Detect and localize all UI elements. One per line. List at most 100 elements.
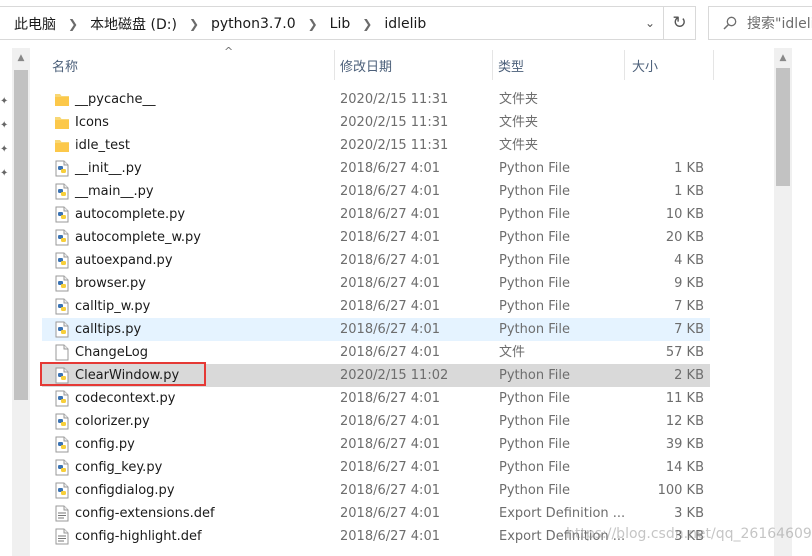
def-file-icon <box>54 505 70 522</box>
column-header-size[interactable]: 大小 <box>632 50 712 80</box>
file-list-scrollbar-thumb[interactable] <box>776 68 790 186</box>
file-size: 11 KB <box>665 391 704 406</box>
highlight-annotation-box <box>40 362 206 386</box>
file-row[interactable]: __main__.py 2018/6/27 4:01 Python File 1 KB <box>42 180 710 203</box>
file-row[interactable]: autocomplete.py 2018/6/27 4:01 Python File… <box>42 203 710 226</box>
scroll-up-arrow-icon[interactable]: ▲ <box>12 50 30 66</box>
column-header-date[interactable]: 修改日期 <box>340 50 490 80</box>
file-size: 57 KB <box>665 345 704 360</box>
file-date: 2018/6/27 4:01 <box>340 184 440 199</box>
breadcrumb-item-idlelib[interactable]: idlelib <box>384 16 426 32</box>
file-size: 9 KB <box>674 276 704 291</box>
file-date: 2018/6/27 4:01 <box>340 506 440 521</box>
file-row[interactable]: codecontext.py 2018/6/27 4:01 Python File 1… <box>42 387 710 410</box>
file-date: 2018/6/27 4:01 <box>340 414 440 429</box>
file-row[interactable]: idle_test 2020/2/15 11:31 文件夹 <box>42 134 710 157</box>
file-date: 2018/6/27 4:01 <box>340 460 440 475</box>
column-header-name[interactable]: 名称 <box>52 50 332 80</box>
file-type: Python File <box>499 414 570 429</box>
pin-icon[interactable]: ✦ <box>0 120 10 132</box>
breadcrumb-item-python[interactable]: python3.7.0 <box>211 16 296 32</box>
pin-icon[interactable]: ✦ <box>0 96 10 108</box>
file-name: config_key.py <box>75 460 163 475</box>
file-name: autocomplete_w.py <box>75 230 201 245</box>
file-size: 3 KB <box>674 506 704 521</box>
file-row[interactable]: colorizer.py 2018/6/27 4:01 Python File 12 … <box>42 410 710 433</box>
file-date: 2020/2/15 11:02 <box>340 368 449 383</box>
file-name: codecontext.py <box>75 391 176 406</box>
file-date: 2018/6/27 4:01 <box>340 276 440 291</box>
refresh-button[interactable]: ↻ <box>664 6 696 40</box>
file-type: Python File <box>499 483 570 498</box>
chevron-right-icon[interactable]: ❯ <box>308 17 318 31</box>
breadcrumb-item-lib[interactable]: Lib <box>330 16 351 32</box>
file-type: Python File <box>499 299 570 314</box>
python-file-icon <box>54 482 70 499</box>
breadcrumb-item-this-pc[interactable]: 此电脑 <box>14 14 56 34</box>
column-divider[interactable] <box>492 50 493 80</box>
chevron-right-icon[interactable]: ❯ <box>68 17 78 31</box>
scroll-up-arrow-icon[interactable]: ▲ <box>774 50 792 66</box>
chevron-down-icon[interactable]: ⌄ <box>636 6 664 40</box>
file-date: 2020/2/15 11:31 <box>340 138 449 153</box>
search-box[interactable]: 搜索"idlelib" <box>708 6 812 40</box>
file-type: Python File <box>499 207 570 222</box>
column-divider[interactable] <box>624 50 625 80</box>
column-divider[interactable] <box>334 50 335 80</box>
file-type: 文件夹 <box>499 138 539 153</box>
file-row[interactable]: __pycache__ 2020/2/15 11:31 文件夹 <box>42 88 710 111</box>
file-date: 2018/6/27 4:01 <box>340 322 440 337</box>
file-name: configdialog.py <box>75 483 175 498</box>
file-name: calltip_w.py <box>75 299 151 314</box>
file-date: 2018/6/27 4:01 <box>340 345 440 360</box>
watermark-text: https://blog.csdn.net/qq_26164609 <box>566 526 812 542</box>
file-type: 文件夹 <box>499 115 539 130</box>
navigation-scrollbar-thumb[interactable] <box>14 70 28 400</box>
file-row[interactable]: config_key.py 2018/6/27 4:01 Python File 14… <box>42 456 710 479</box>
folder-icon <box>54 137 70 154</box>
breadcrumb-item-drive[interactable]: 本地磁盘 (D:) <box>90 14 177 34</box>
address-bar-area: 此电脑 ❯ 本地磁盘 (D:) ❯ python3.7.0 ❯ Lib ❯ id… <box>0 0 812 48</box>
file-row[interactable]: autoexpand.py 2018/6/27 4:01 Python File 4 … <box>42 249 710 272</box>
def-file-icon <box>54 528 70 545</box>
python-file-icon <box>54 390 70 407</box>
file-row[interactable]: browser.py 2018/6/27 4:01 Python File 9 KB <box>42 272 710 295</box>
python-file-icon <box>54 183 70 200</box>
file-name: colorizer.py <box>75 414 150 429</box>
file-type: Python File <box>499 460 570 475</box>
file-row[interactable]: calltips.py 2018/6/27 4:01 Python File 7 KB <box>42 318 710 341</box>
file-row[interactable]: ChangeLog 2018/6/27 4:01 文件 57 KB <box>42 341 710 364</box>
pin-icon[interactable]: ✦ <box>0 168 10 180</box>
column-header-type[interactable]: 类型 <box>498 50 622 80</box>
file-name: ChangeLog <box>75 345 148 360</box>
file-row[interactable]: __init__.py 2018/6/27 4:01 Python File 1 KB <box>42 157 710 180</box>
column-divider[interactable] <box>713 50 714 80</box>
file-type: Python File <box>499 322 570 337</box>
file-date: 2018/6/27 4:01 <box>340 161 440 176</box>
column-header-row: ^ 名称 修改日期 类型 大小 <box>42 45 714 80</box>
folder-icon <box>54 114 70 131</box>
address-bar[interactable]: 此电脑 ❯ 本地磁盘 (D:) ❯ python3.7.0 ❯ Lib ❯ id… <box>0 6 664 40</box>
file-name: browser.py <box>75 276 146 291</box>
file-row[interactable]: Icons 2020/2/15 11:31 文件夹 <box>42 111 710 134</box>
search-placeholder: 搜索"idlelib" <box>747 16 812 32</box>
blank-file-icon <box>54 344 70 361</box>
pin-icon[interactable]: ✦ <box>0 144 10 156</box>
file-row[interactable]: configdialog.py 2018/6/27 4:01 Python File… <box>42 479 710 502</box>
file-name: config-extensions.def <box>75 506 215 521</box>
file-name: __init__.py <box>75 161 142 176</box>
file-row[interactable]: calltip_w.py 2018/6/27 4:01 Python File 7 K… <box>42 295 710 318</box>
python-file-icon <box>54 436 70 453</box>
file-type: Python File <box>499 437 570 452</box>
file-name: __main__.py <box>75 184 154 199</box>
file-size: 1 KB <box>674 184 704 199</box>
file-row[interactable]: autocomplete_w.py 2018/6/27 4:01 Python Fi… <box>42 226 710 249</box>
python-file-icon <box>54 206 70 223</box>
file-type: Python File <box>499 253 570 268</box>
chevron-right-icon[interactable]: ❯ <box>189 17 199 31</box>
file-row[interactable]: config-extensions.def 2018/6/27 4:01 Expor… <box>42 502 710 525</box>
folder-icon <box>54 91 70 108</box>
file-row[interactable]: config.py 2018/6/27 4:01 Python File 39 KB <box>42 433 710 456</box>
file-date: 2018/6/27 4:01 <box>340 483 440 498</box>
chevron-right-icon[interactable]: ❯ <box>362 17 372 31</box>
